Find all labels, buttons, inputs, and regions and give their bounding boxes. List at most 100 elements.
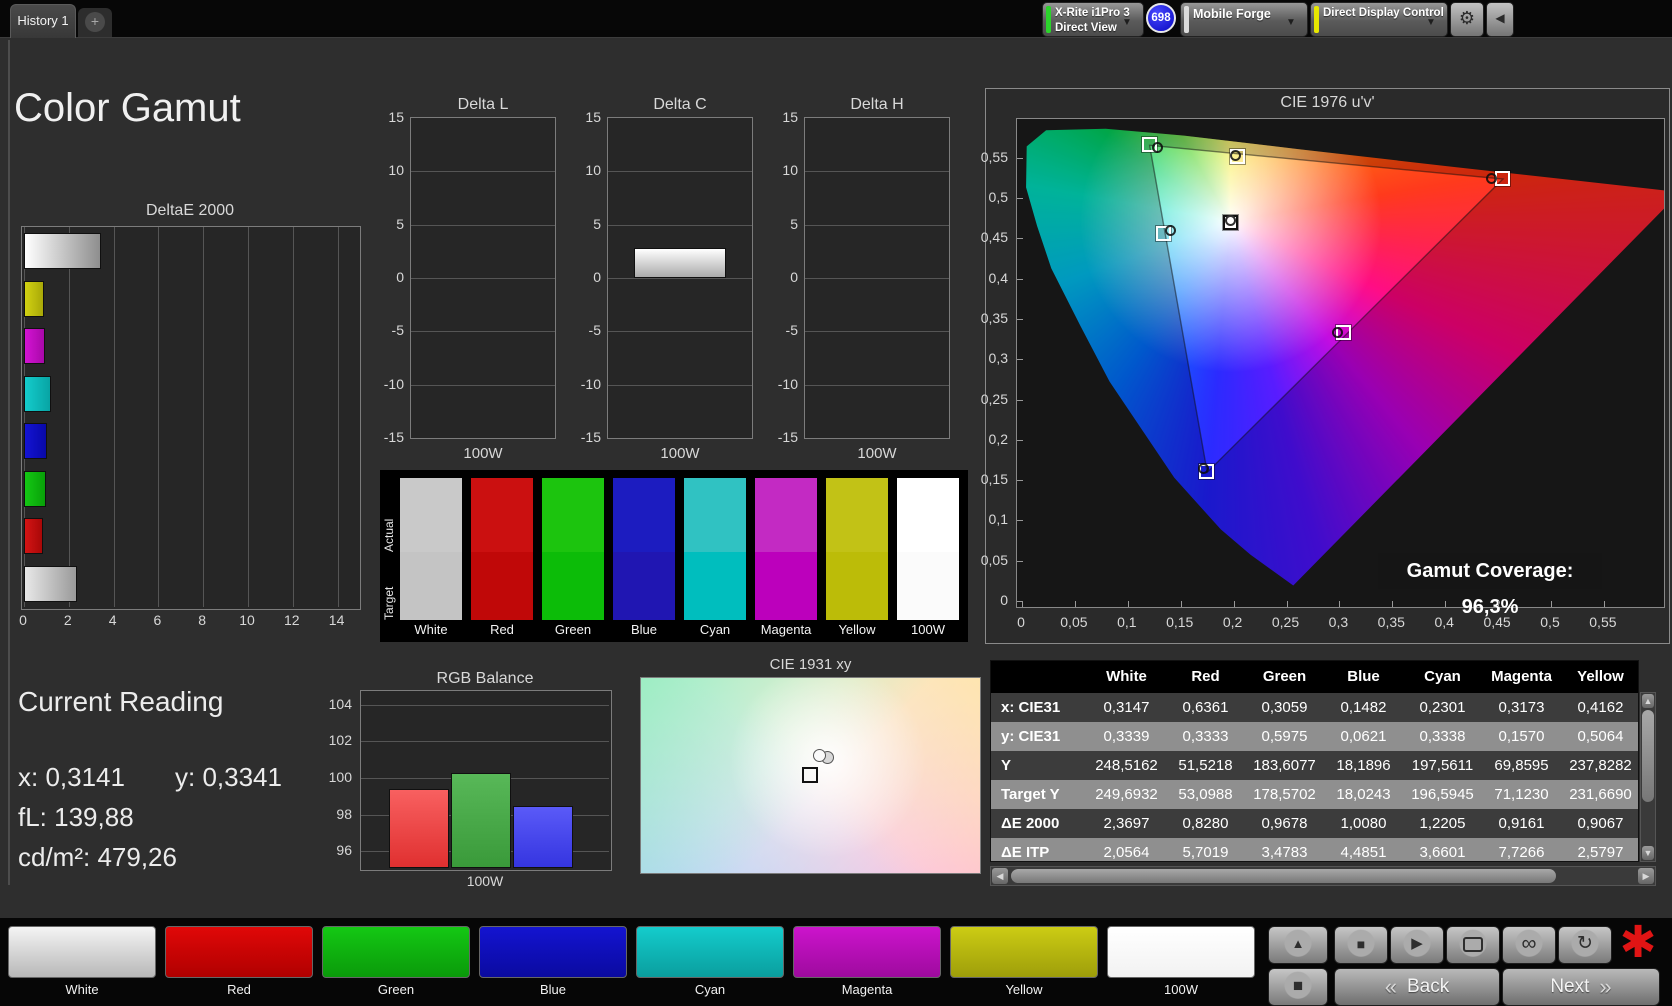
- gridline: [411, 278, 555, 279]
- y-tick-label: 0,3: [988, 350, 1008, 367]
- measure-loop-button[interactable]: ∞: [1502, 926, 1556, 964]
- x-tick-label: 2: [63, 612, 72, 628]
- tab-history-1[interactable]: History 1: [10, 4, 76, 38]
- scroll-left-icon[interactable]: ◀: [992, 868, 1008, 884]
- y-tick: [1017, 480, 1023, 482]
- y-tick-label: 0,25: [980, 390, 1008, 407]
- patch-label: Yellow: [1005, 982, 1043, 997]
- x-tick: [1498, 601, 1500, 607]
- measure-loop-icon: ∞: [1521, 932, 1537, 955]
- next-button[interactable]: Next »: [1502, 968, 1660, 1006]
- table-horizontal-scrollbar[interactable]: ◀ ▶: [990, 866, 1656, 886]
- table-vertical-scrollbar[interactable]: ▲ ▼: [1640, 692, 1656, 862]
- meter-dropdown[interactable]: X-Rite i1Pro 3 Direct View ▼: [1042, 2, 1144, 37]
- x-tick: [1286, 601, 1288, 607]
- swatch-label: 100W: [911, 622, 945, 637]
- window-size-button[interactable]: ■: [1268, 968, 1328, 1006]
- swatch-actual-100w: [897, 478, 959, 552]
- cie1976-y-axis: 0 0,05 0,1 0,15 0,2 0,25 0,3 0,35 0,4 0,45 0,5 0,55: [978, 118, 1012, 608]
- display-control-dropdown[interactable]: Direct Display Control ▼: [1310, 2, 1448, 37]
- y-tick: [1017, 560, 1023, 562]
- x-tick: [1233, 601, 1235, 607]
- table-row-target-y: Target Y 249,6932 53,0988 178,5702 18,0243 19…: [991, 780, 1638, 809]
- patch-button-green[interactable]: [322, 926, 470, 978]
- table-cell: 237,8282: [1569, 757, 1632, 774]
- table-cell: 3,6601: [1419, 844, 1466, 861]
- table-cell: 1,2205: [1419, 815, 1466, 832]
- table-cell: 7,7266: [1498, 844, 1545, 861]
- table-cell: 51,5218: [1178, 757, 1233, 774]
- y-tick-label: -5: [588, 322, 601, 339]
- measurement-table: White Red Green Blue Cyan Magenta Yellow x: CIE…: [990, 660, 1639, 862]
- delta-h-chart: [804, 117, 950, 439]
- stop-icon: ■: [1356, 936, 1366, 952]
- scrollbar-thumb[interactable]: [1011, 869, 1556, 883]
- scroll-down-icon[interactable]: ▼: [1642, 846, 1654, 860]
- refresh-button[interactable]: ↻: [1558, 926, 1612, 964]
- table-cell: 0,9678: [1261, 815, 1308, 832]
- chevron-double-right-icon: »: [1599, 974, 1612, 999]
- measure-once-button[interactable]: [1446, 926, 1500, 964]
- gridline: [361, 741, 609, 743]
- bar-blue: [24, 423, 47, 459]
- x-tick: [1445, 601, 1447, 607]
- scroll-up-icon[interactable]: ▲: [1642, 694, 1654, 708]
- page-up-button[interactable]: ▲: [1268, 926, 1328, 964]
- swatch-target-cyan: [684, 552, 746, 620]
- patch-button-red[interactable]: [165, 926, 313, 978]
- table-cell: 71,1230: [1494, 786, 1549, 803]
- table-cell: 0,6361: [1182, 699, 1229, 716]
- stop-button[interactable]: ■: [1334, 926, 1388, 964]
- back-button[interactable]: « Back: [1334, 968, 1500, 1006]
- patch-button-white[interactable]: [8, 926, 156, 978]
- table-cell: 18,1896: [1336, 757, 1391, 774]
- patch-button-100w[interactable]: [1107, 926, 1255, 978]
- x-tick: [1022, 601, 1023, 607]
- cie1976-x-axis: 00,050,10,150,20,250,30,350,40,450,50,55: [1016, 614, 1665, 632]
- calman-window: History 1 + X-Rite i1Pro 3 Direct View ▼ …: [0, 0, 1672, 1006]
- table-cell: 0,3339: [1103, 728, 1150, 745]
- x-tick-label: 8: [198, 612, 207, 628]
- top-bar: History 1 + X-Rite i1Pro 3 Direct View ▼ …: [0, 0, 1672, 38]
- bar-cyan: [24, 375, 52, 412]
- gridline: [805, 224, 949, 226]
- column-header-yellow: Yellow: [1577, 668, 1624, 685]
- y-tick-label: -10: [383, 375, 404, 392]
- x-tick: [1074, 601, 1076, 607]
- y-tick-label: 0: [396, 269, 404, 285]
- gamut-triangle: [1017, 119, 1664, 607]
- patch-button-yellow[interactable]: [950, 926, 1098, 978]
- measured-marker-cyan: [1164, 225, 1176, 237]
- play-icon: ▶: [1411, 935, 1423, 952]
- add-tab-button[interactable]: +: [78, 8, 112, 37]
- collapse-panel-button[interactable]: ◀: [1486, 2, 1514, 37]
- x-tick-label: 12: [284, 612, 300, 628]
- patch-button-cyan[interactable]: [636, 926, 784, 978]
- workflow-label: Mobile Forge: [1193, 7, 1271, 21]
- scroll-right-icon[interactable]: ▶: [1638, 868, 1654, 884]
- measured-marker-yellow: [1229, 149, 1241, 161]
- table-cell: 249,6932: [1095, 786, 1158, 803]
- play-button[interactable]: ▶: [1390, 926, 1444, 964]
- bar-100w: [24, 233, 101, 269]
- table-cell: 0,1482: [1340, 699, 1387, 716]
- scrollbar-thumb[interactable]: [1642, 710, 1654, 802]
- gear-icon: ⚙: [1458, 8, 1476, 28]
- measured-marker-green: [1151, 141, 1163, 153]
- gridline: [411, 331, 555, 333]
- x-tick-label: 6: [153, 612, 162, 628]
- y-tick: [1017, 318, 1023, 320]
- bar-green: [24, 470, 46, 507]
- table-cell: 1,0080: [1340, 815, 1387, 832]
- cie1976-chart: [1016, 118, 1665, 608]
- next-label: Next: [1550, 976, 1590, 997]
- gridline: [411, 224, 555, 226]
- patch-button-blue[interactable]: [479, 926, 627, 978]
- patch-button-magenta[interactable]: [793, 926, 941, 978]
- settings-button[interactable]: ⚙: [1450, 2, 1484, 37]
- y-tick-label: -10: [580, 375, 601, 392]
- workflow-dropdown[interactable]: Mobile Forge ▼: [1180, 2, 1308, 37]
- page-up-icon: ▲: [1291, 936, 1305, 951]
- swatch-label: Blue: [630, 622, 658, 637]
- patch-label: Blue: [539, 982, 567, 997]
